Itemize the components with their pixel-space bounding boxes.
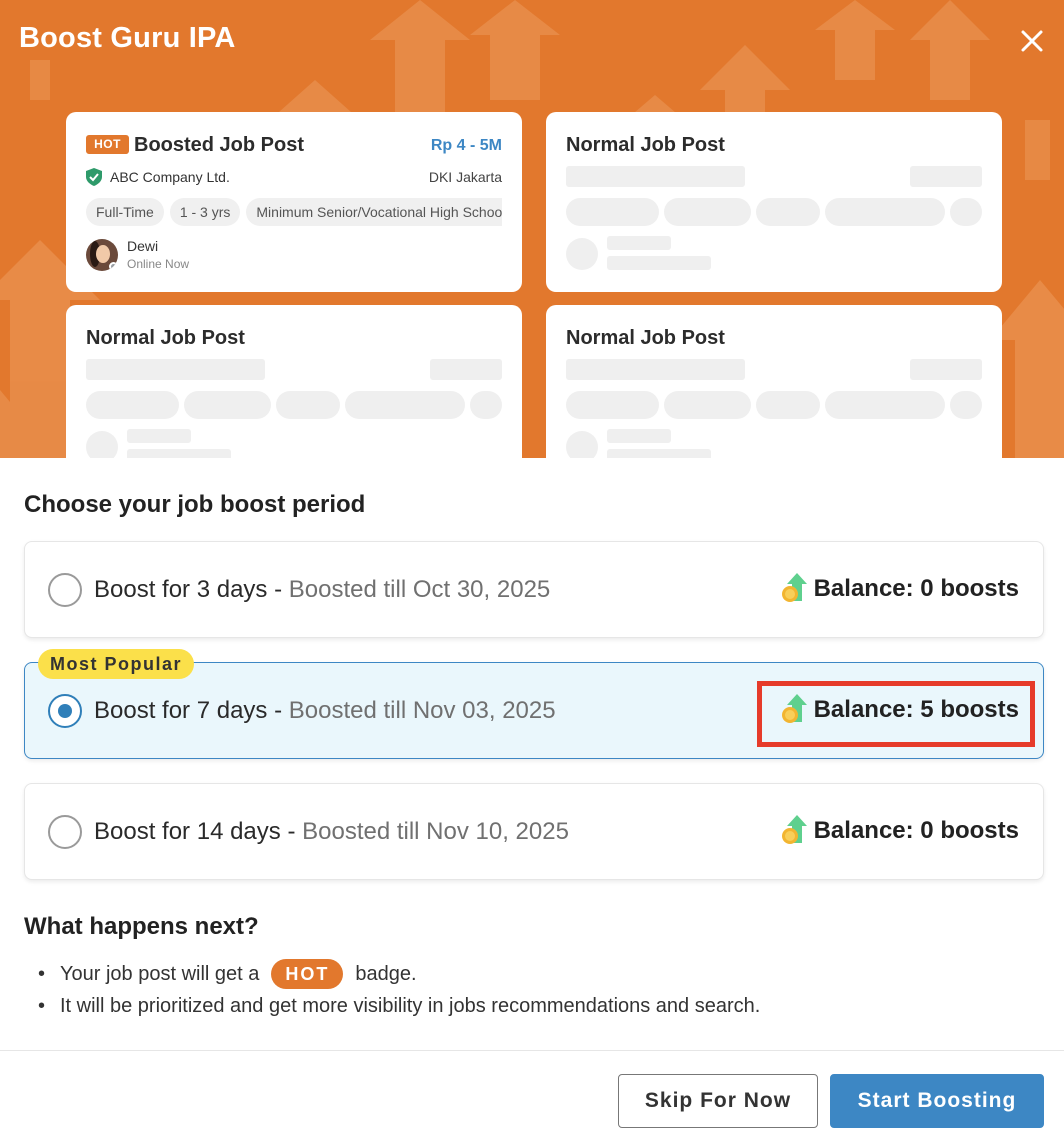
avatar (86, 238, 118, 271)
list-item: • Your job post will get a HOT badge. (38, 958, 760, 990)
skip-for-now-button[interactable]: Skip For Now (618, 1074, 818, 1128)
job-tags: Full-Time 1 - 3 yrs Minimum Senior/Vocatio… (86, 198, 502, 226)
balance-text: Balance: 0 boosts (813, 575, 1019, 602)
normal-job-card-preview: Normal Job Post (66, 305, 522, 458)
next-steps-list: • Your job post will get a HOT badge. • … (38, 958, 760, 1022)
normal-job-card-preview: Normal Job Post (546, 112, 1002, 292)
start-boosting-button[interactable]: Start Boosting (830, 1074, 1044, 1128)
boost-coin-icon (781, 573, 807, 602)
close-icon (1021, 30, 1043, 52)
period-option-14-days[interactable]: Boost for 14 days - Boosted till Nov 10,… (24, 783, 1044, 880)
balance-text: Balance: 0 boosts (813, 817, 1019, 844)
shield-check-icon (86, 168, 102, 186)
recruiter-status: Online Now (127, 257, 190, 271)
header-banner: Boost Guru IPA HOT Boosted Job Post Rp 4… (0, 0, 1064, 458)
radio-button[interactable] (48, 815, 82, 849)
close-button[interactable] (1015, 24, 1049, 58)
period-heading: Choose your job boost period (24, 491, 366, 518)
radio-button-selected[interactable] (48, 694, 82, 728)
boost-coin-icon (781, 815, 807, 844)
job-tag: Full-Time (86, 198, 164, 226)
normal-job-title: Normal Job Post (86, 327, 245, 349)
dialog-title: Boost Guru IPA (19, 22, 236, 54)
hot-badge: HOT (271, 959, 344, 989)
normal-job-card-preview: Normal Job Post (546, 305, 1002, 458)
boost-coin-icon (781, 694, 807, 723)
job-tag: Minimum Senior/Vocational High School (246, 198, 502, 226)
radio-button[interactable] (48, 573, 82, 607)
balance-display: Balance: 0 boosts (780, 572, 1019, 606)
job-tag: 1 - 3 yrs (169, 198, 241, 226)
option-label: Boost for 7 days - Boosted till Nov 03, … (94, 697, 556, 724)
salary-range: Rp 4 - 5M (430, 137, 502, 154)
recruiter-name: Dewi (127, 238, 159, 254)
footer-divider (0, 1050, 1064, 1051)
list-item: • It will be prioritized and get more vi… (38, 994, 761, 1017)
hot-tag: HOT (86, 135, 129, 154)
next-heading: What happens next? (24, 913, 259, 940)
company-name: ABC Company Ltd. (110, 169, 230, 185)
option-label: Boost for 3 days - Boosted till Oct 30, … (94, 576, 551, 603)
job-location: DKI Jakarta (428, 169, 502, 185)
normal-job-title: Normal Job Post (566, 134, 725, 156)
company-row: ABC Company Ltd. (86, 167, 230, 187)
boosted-job-card-preview: HOT Boosted Job Post Rp 4 - 5M ABC Compa… (66, 112, 522, 292)
balance-text: Balance: 5 boosts (813, 696, 1019, 723)
balance-display: Balance: 0 boosts (780, 814, 1019, 848)
boosted-job-title: Boosted Job Post (134, 134, 305, 156)
period-option-3-days[interactable]: Boost for 3 days - Boosted till Oct 30, … (24, 541, 1044, 638)
most-popular-badge: Most Popular (38, 649, 195, 679)
option-label: Boost for 14 days - Boosted till Nov 10,… (94, 818, 569, 845)
balance-display: Balance: 5 boosts (780, 693, 1019, 727)
normal-job-title: Normal Job Post (566, 327, 725, 349)
recruiter-info: Dewi Online Now (86, 238, 189, 271)
